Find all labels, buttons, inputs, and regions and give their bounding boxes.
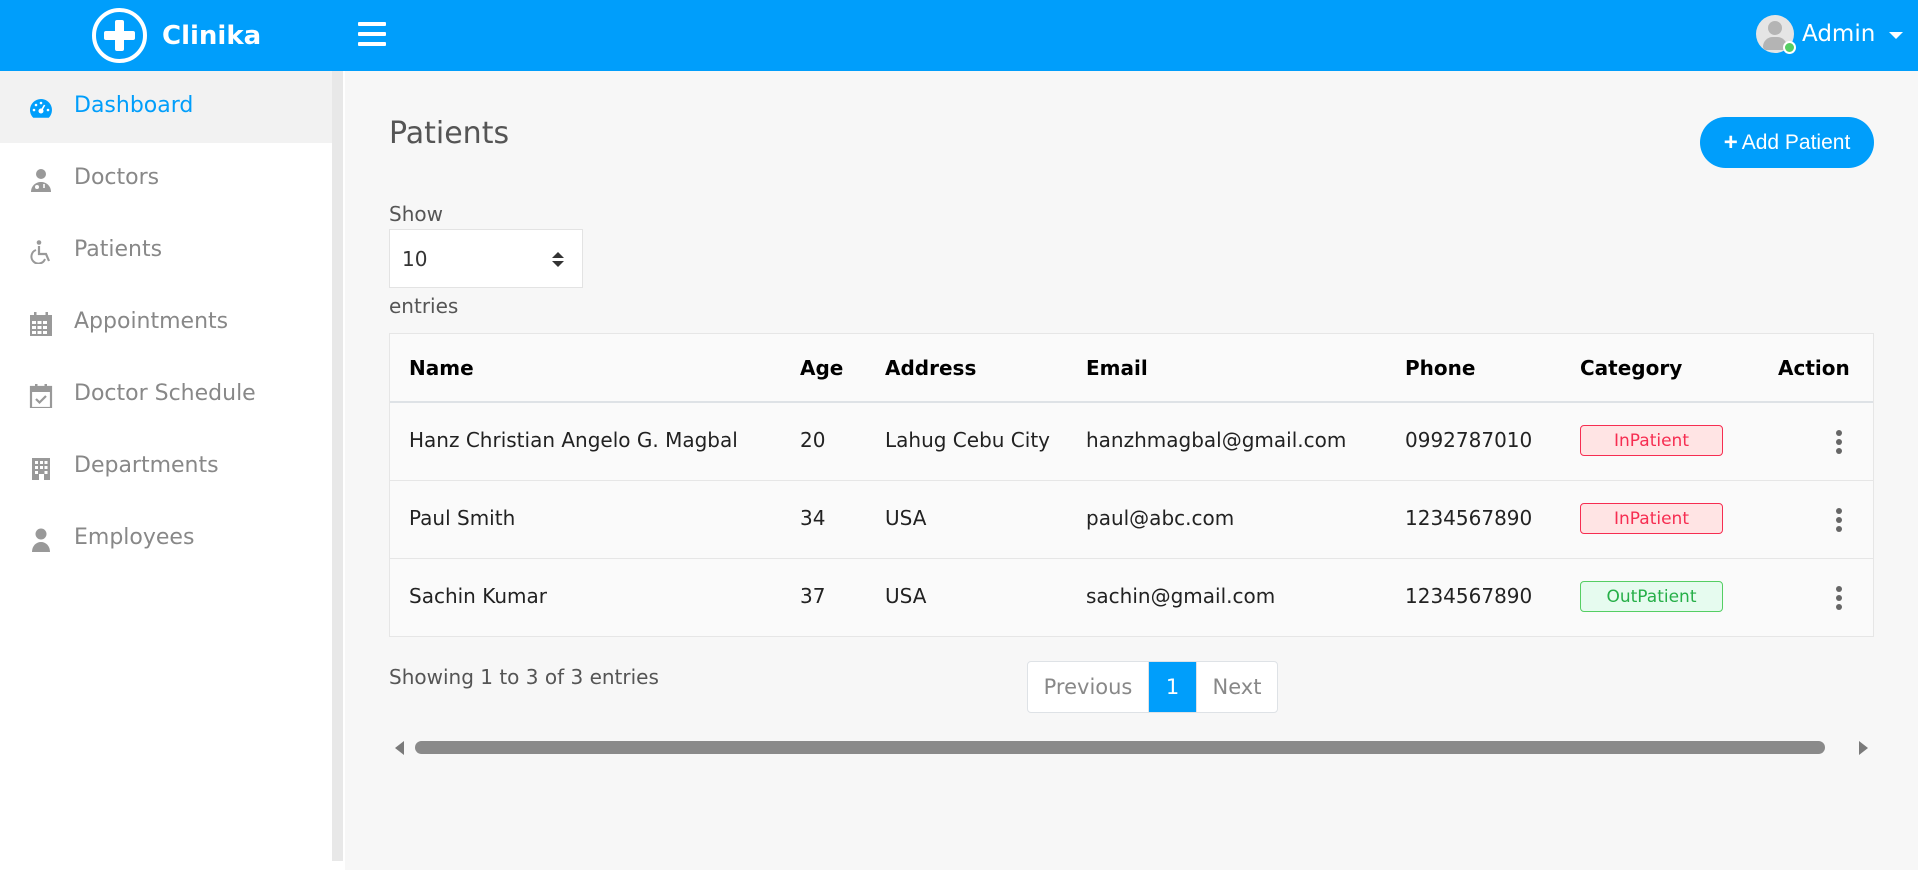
user-menu[interactable]: Admin: [1756, 15, 1904, 54]
column-header-action: Action: [1778, 356, 1850, 380]
column-header-email[interactable]: Email: [1086, 356, 1148, 380]
top-header: Clinika Admin: [0, 0, 1918, 71]
calendar-check-icon: [28, 384, 54, 410]
calendar-icon: [28, 312, 54, 336]
caret-down-icon: [1889, 31, 1904, 39]
sidebar-item-doctor-schedule[interactable]: Doctor Schedule: [0, 359, 332, 431]
column-header-address[interactable]: Address: [885, 356, 976, 380]
more-actions-icon[interactable]: [1835, 508, 1843, 532]
page-1-button[interactable]: 1: [1149, 662, 1196, 712]
cell-name: Hanz Christian Angelo G. Magbal: [409, 428, 738, 452]
page-title: Patients: [389, 116, 510, 151]
cell-email: sachin@gmail.com: [1086, 584, 1276, 608]
user-icon: [28, 528, 54, 552]
cell-address: USA: [885, 584, 927, 608]
cell-age: 34: [800, 506, 826, 530]
table-info: Showing 1 to 3 of 3 entries: [389, 665, 659, 689]
app-name: Clinika: [162, 20, 262, 51]
avatar: [1756, 15, 1796, 54]
sidebar-item-label: Appointments: [74, 309, 229, 334]
more-actions-icon[interactable]: [1835, 586, 1843, 610]
cell-address: USA: [885, 506, 927, 530]
cell-phone: 1234567890: [1405, 506, 1533, 530]
scroll-right-arrow-icon[interactable]: [1859, 741, 1868, 755]
cell-age: 20: [800, 428, 826, 452]
more-actions-icon[interactable]: [1835, 430, 1843, 454]
sidebar-item-label: Departments: [74, 453, 219, 478]
table-row: Hanz Christian Angelo G. Magbal 20 Lahug…: [390, 404, 1873, 481]
sidebar: Dashboard Doctors Patients Appointments …: [0, 71, 345, 870]
select-arrows-icon: [552, 252, 564, 268]
doctor-icon: [28, 168, 54, 192]
table-header: Name Age Address Email Phone Category Ac…: [390, 334, 1873, 403]
sidebar-scrollbar[interactable]: [332, 71, 343, 861]
previous-page-button[interactable]: Previous: [1028, 662, 1149, 712]
show-label: Show: [389, 202, 443, 226]
table-row: Sachin Kumar 37 USA sachin@gmail.com 123…: [390, 560, 1873, 637]
horizontal-scrollbar[interactable]: [389, 738, 1874, 758]
sidebar-item-label: Doctors: [74, 165, 160, 190]
scrollbar-thumb[interactable]: [415, 741, 1825, 754]
wheelchair-icon: [28, 240, 54, 265]
user-name: Admin: [1802, 21, 1876, 47]
entries-select-value: 10: [402, 246, 428, 271]
table-row: Paul Smith 34 USA paul@abc.com 123456789…: [390, 482, 1873, 559]
category-badge: InPatient: [1580, 425, 1723, 456]
column-header-age[interactable]: Age: [800, 356, 843, 380]
cell-name: Paul Smith: [409, 506, 516, 530]
sidebar-item-employees[interactable]: Employees: [0, 503, 332, 575]
dashboard-icon: [28, 96, 54, 120]
cell-phone: 1234567890: [1405, 584, 1533, 608]
hamburger-menu-icon[interactable]: [358, 22, 386, 46]
cell-address: Lahug Cebu City: [885, 428, 1050, 452]
entries-label: entries: [389, 294, 459, 318]
sidebar-item-label: Employees: [74, 525, 195, 550]
sidebar-item-label: Patients: [74, 237, 163, 262]
sidebar-item-patients[interactable]: Patients: [0, 215, 332, 287]
sidebar-item-label: Doctor Schedule: [74, 381, 256, 406]
sidebar-item-label: Dashboard: [74, 93, 194, 118]
sidebar-item-doctors[interactable]: Doctors: [0, 143, 332, 215]
sidebar-item-appointments[interactable]: Appointments: [0, 287, 332, 359]
plus-icon: +: [1723, 128, 1738, 156]
sidebar-item-departments[interactable]: Departments: [0, 431, 332, 503]
logo[interactable]: Clinika: [92, 8, 261, 63]
pagination: Previous 1 Next: [1027, 661, 1278, 713]
column-header-category[interactable]: Category: [1580, 356, 1682, 380]
column-header-name[interactable]: Name: [409, 356, 474, 380]
column-header-phone[interactable]: Phone: [1405, 356, 1475, 380]
cell-age: 37: [800, 584, 826, 608]
patients-table: Name Age Address Email Phone Category Ac…: [389, 333, 1874, 637]
next-page-button[interactable]: Next: [1196, 662, 1277, 712]
cell-email: paul@abc.com: [1086, 506, 1235, 530]
entries-per-page-select[interactable]: 10: [389, 229, 583, 288]
add-patient-button[interactable]: + Add Patient: [1700, 117, 1874, 168]
sidebar-item-dashboard[interactable]: Dashboard: [0, 71, 332, 143]
online-status-dot: [1783, 41, 1796, 54]
cell-email: hanzhmagbal@gmail.com: [1086, 428, 1347, 452]
category-badge: InPatient: [1580, 503, 1723, 534]
clinic-cross-logo-icon: [92, 8, 147, 63]
category-badge: OutPatient: [1580, 581, 1723, 612]
hospital-icon: [28, 456, 54, 480]
scroll-left-arrow-icon[interactable]: [395, 741, 404, 755]
add-patient-label: Add Patient: [1741, 130, 1851, 154]
cell-name: Sachin Kumar: [409, 584, 547, 608]
cell-phone: 0992787010: [1405, 428, 1533, 452]
